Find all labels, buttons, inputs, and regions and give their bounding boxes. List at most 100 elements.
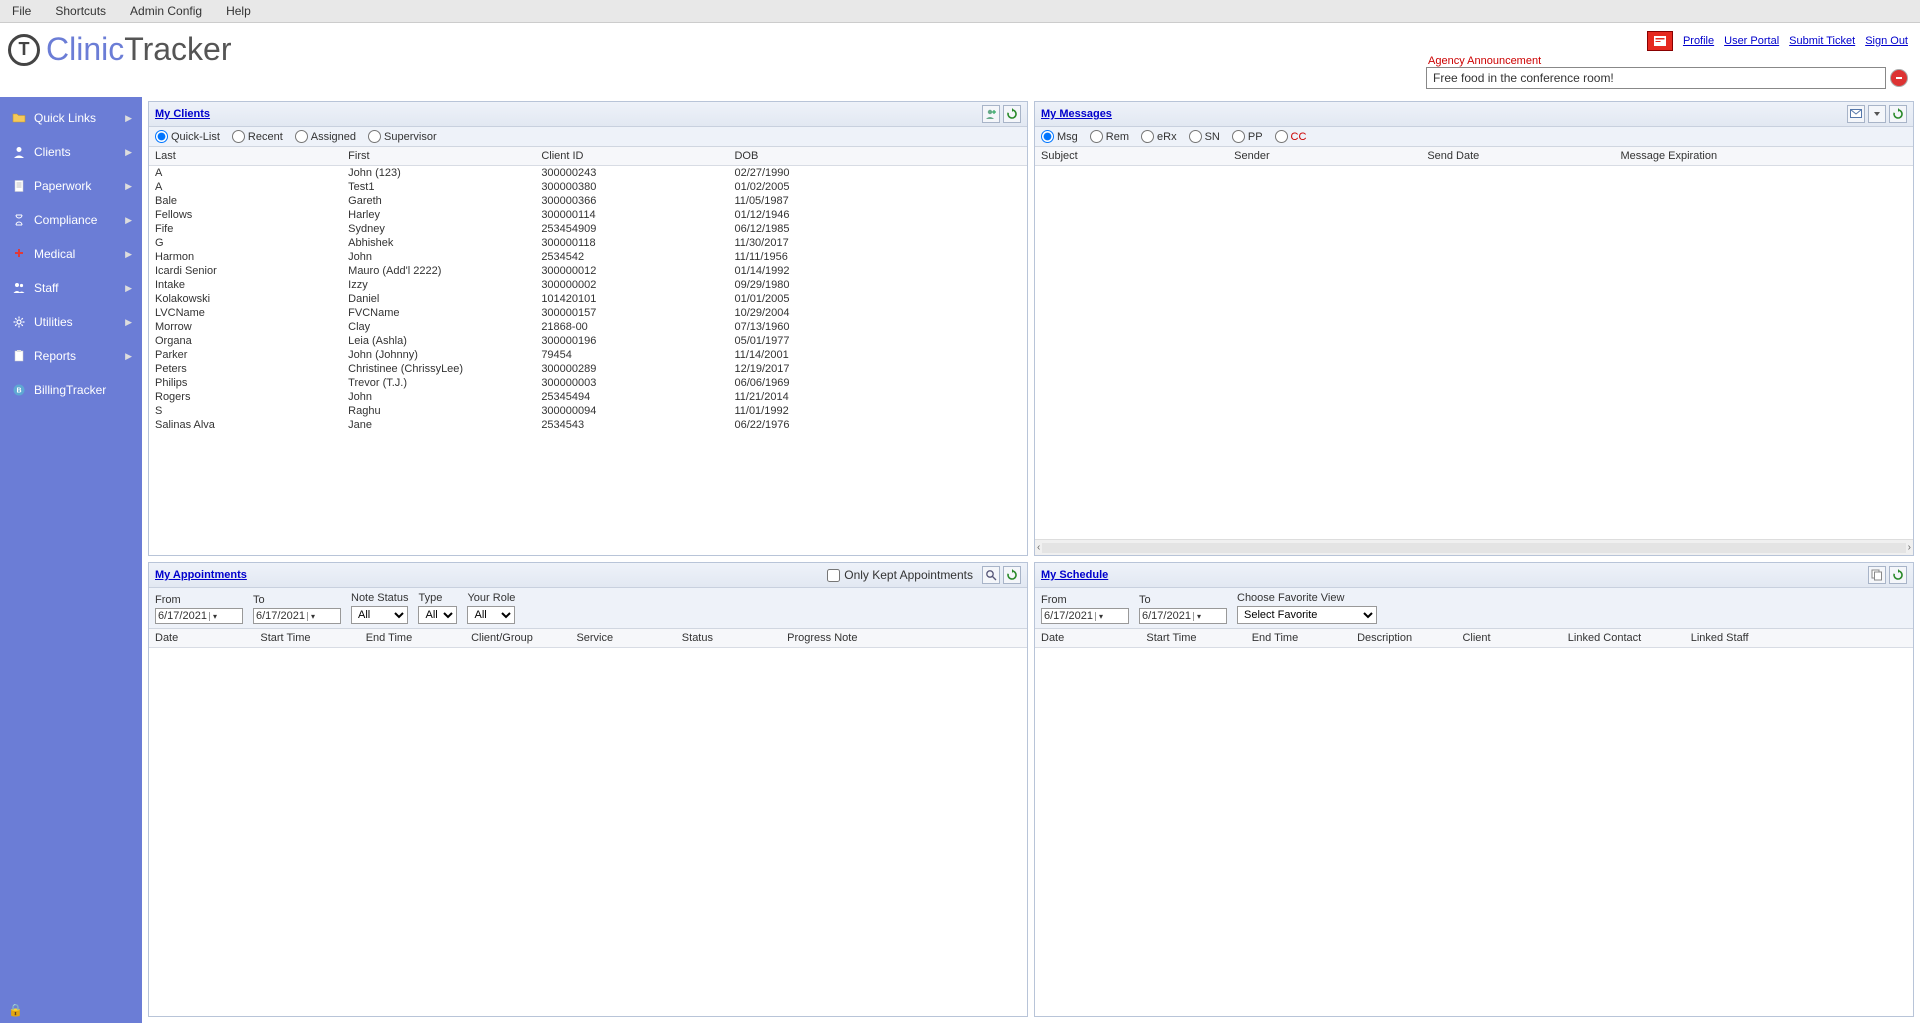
messages-hscrollbar[interactable]: ‹ › — [1035, 539, 1913, 555]
client-row[interactable]: Icardi SeniorMauro (Add'l 2222)300000012… — [149, 264, 1027, 278]
radio-msg[interactable]: Msg — [1041, 130, 1078, 143]
acol-end[interactable]: End Time — [360, 629, 465, 647]
client-row[interactable]: IntakeIzzy30000000209/29/1980 — [149, 278, 1027, 292]
scol-end[interactable]: End Time — [1246, 629, 1351, 647]
client-row[interactable]: OrganaLeia (Ashla)30000019605/01/1977 — [149, 334, 1027, 348]
appointments-grid-body[interactable] — [149, 648, 1027, 1016]
client-row[interactable]: FifeSydney25345490906/12/1985 — [149, 222, 1027, 236]
appt-from-date[interactable]: 6/17/2021▾ — [155, 608, 243, 624]
refresh-clients-button[interactable] — [1003, 105, 1021, 123]
sidebar-item-quick-links[interactable]: Quick Links▶ — [0, 101, 142, 135]
my-schedule-title[interactable]: My Schedule — [1041, 569, 1108, 581]
link-submit-ticket[interactable]: Submit Ticket — [1789, 35, 1855, 47]
add-client-button[interactable] — [982, 105, 1000, 123]
acol-status[interactable]: Status — [676, 629, 781, 647]
radio-sn[interactable]: SN — [1189, 130, 1220, 143]
appt-note-select[interactable]: All — [351, 606, 408, 624]
sched-from-date[interactable]: 6/17/2021▾ — [1041, 608, 1129, 624]
col-last[interactable]: Last — [149, 147, 342, 165]
menu-file[interactable]: File — [8, 2, 35, 20]
client-row[interactable]: SRaghu30000009411/01/1992 — [149, 404, 1027, 418]
sidebar-item-billingtracker[interactable]: BBillingTracker — [0, 373, 142, 407]
scroll-right-icon[interactable]: › — [1908, 542, 1911, 553]
refresh-schedule-button[interactable] — [1889, 566, 1907, 584]
link-sign-out[interactable]: Sign Out — [1865, 35, 1908, 47]
acol-start[interactable]: Start Time — [254, 629, 359, 647]
message-action-button[interactable] — [1847, 105, 1865, 123]
messages-grid-body[interactable] — [1035, 166, 1913, 539]
my-appointments-title[interactable]: My Appointments — [155, 569, 247, 581]
col-sender[interactable]: Sender — [1228, 147, 1421, 165]
link-profile[interactable]: Profile — [1683, 35, 1714, 47]
schedule-copy-button[interactable] — [1868, 566, 1886, 584]
acol-progress-note[interactable]: Progress Note — [781, 629, 1027, 647]
client-row[interactable]: HarmonJohn253454211/11/1956 — [149, 250, 1027, 264]
col-expiration[interactable]: Message Expiration — [1614, 147, 1913, 165]
client-row[interactable]: PetersChristinee (ChrissyLee)30000028912… — [149, 362, 1027, 376]
client-row[interactable]: KolakowskiDaniel10142010101/01/2005 — [149, 292, 1027, 306]
sched-fav-select[interactable]: Select Favorite — [1237, 606, 1377, 624]
sidebar-item-staff[interactable]: Staff▶ — [0, 271, 142, 305]
appt-to-date[interactable]: 6/17/2021▾ — [253, 608, 341, 624]
sidebar-item-reports[interactable]: Reports▶ — [0, 339, 142, 373]
link-user-portal[interactable]: User Portal — [1724, 35, 1779, 47]
only-kept-checkbox[interactable]: Only Kept Appointments — [827, 566, 973, 584]
scol-linked-staff[interactable]: Linked Staff — [1685, 629, 1913, 647]
clients-grid-body[interactable]: AJohn (123)30000024302/27/1990ATest13000… — [149, 166, 1027, 555]
sched-to-date[interactable]: 6/17/2021▾ — [1139, 608, 1227, 624]
client-row[interactable]: AJohn (123)30000024302/27/1990 — [149, 166, 1027, 180]
scol-date[interactable]: Date — [1035, 629, 1140, 647]
acol-client-group[interactable]: Client/Group — [465, 629, 570, 647]
client-row[interactable]: BaleGareth30000036611/05/1987 — [149, 194, 1027, 208]
menu-shortcuts[interactable]: Shortcuts — [51, 2, 110, 20]
sidebar-item-medical[interactable]: Medical▶ — [0, 237, 142, 271]
client-row[interactable]: LVCNameFVCName30000015710/29/2004 — [149, 306, 1027, 320]
radio-supervisor[interactable]: Supervisor — [368, 130, 437, 143]
radio-rem[interactable]: Rem — [1090, 130, 1129, 143]
radio-quick-list[interactable]: Quick-List — [155, 130, 220, 143]
sidebar-item-clients[interactable]: Clients▶ — [0, 135, 142, 169]
refresh-messages-button[interactable] — [1889, 105, 1907, 123]
sidebar-item-utilities[interactable]: Utilities▶ — [0, 305, 142, 339]
client-row[interactable]: MorrowClay21868-0007/13/1960 — [149, 320, 1027, 334]
schedule-grid-body[interactable] — [1035, 648, 1913, 1016]
my-clients-title[interactable]: My Clients — [155, 108, 210, 120]
radio-assigned[interactable]: Assigned — [295, 130, 356, 143]
col-client-id[interactable]: Client ID — [535, 147, 728, 165]
client-row[interactable]: GAbhishek30000011811/30/2017 — [149, 236, 1027, 250]
col-first[interactable]: First — [342, 147, 535, 165]
scol-linked-contact[interactable]: Linked Contact — [1562, 629, 1685, 647]
sidebar-item-compliance[interactable]: Compliance▶ — [0, 203, 142, 237]
radio-erx[interactable]: eRx — [1141, 130, 1177, 143]
dismiss-announcement-icon[interactable] — [1890, 69, 1908, 87]
refresh-appointments-button[interactable] — [1003, 566, 1021, 584]
my-messages-title[interactable]: My Messages — [1041, 108, 1112, 120]
acol-service[interactable]: Service — [570, 629, 675, 647]
client-row[interactable]: PhilipsTrevor (T.J.)30000000306/06/1969 — [149, 376, 1027, 390]
col-dob[interactable]: DOB — [728, 147, 1027, 165]
appt-type-select[interactable]: All — [418, 606, 457, 624]
client-row[interactable]: RogersJohn2534549411/21/2014 — [149, 390, 1027, 404]
appointments-search-button[interactable] — [982, 566, 1000, 584]
scol-start[interactable]: Start Time — [1140, 629, 1245, 647]
radio-recent[interactable]: Recent — [232, 130, 283, 143]
scol-client[interactable]: Client — [1456, 629, 1561, 647]
client-row[interactable]: ATest130000038001/02/2005 — [149, 180, 1027, 194]
notification-button[interactable] — [1647, 31, 1673, 51]
appt-role-select[interactable]: All — [467, 606, 515, 624]
sidebar-item-paperwork[interactable]: Paperwork▶ — [0, 169, 142, 203]
radio-pp[interactable]: PP — [1232, 130, 1263, 143]
client-row[interactable]: ParkerJohn (Johnny)7945411/14/2001 — [149, 348, 1027, 362]
menu-admin-config[interactable]: Admin Config — [126, 2, 206, 20]
menu-help[interactable]: Help — [222, 2, 255, 20]
col-send-date[interactable]: Send Date — [1421, 147, 1614, 165]
radio-cc[interactable]: CC — [1275, 130, 1307, 143]
scol-description[interactable]: Description — [1351, 629, 1456, 647]
scroll-track[interactable] — [1042, 543, 1905, 553]
scroll-left-icon[interactable]: ‹ — [1037, 542, 1040, 553]
col-subject[interactable]: Subject — [1035, 147, 1228, 165]
client-row[interactable]: Salinas AlvaJane253454306/22/1976 — [149, 418, 1027, 432]
client-row[interactable]: FellowsHarley30000011401/12/1946 — [149, 208, 1027, 222]
message-dropdown-button[interactable] — [1868, 105, 1886, 123]
lock-icon[interactable]: 🔒 — [8, 1003, 23, 1017]
